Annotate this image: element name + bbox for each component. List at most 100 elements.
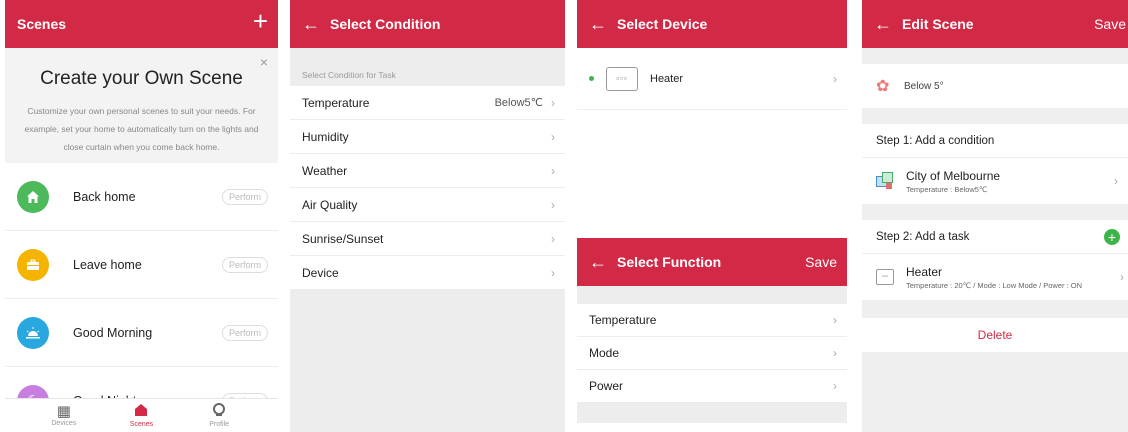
tab-profile[interactable]: Profile bbox=[189, 399, 249, 432]
select-device-screen: ← Select Device ▫▫▫ Heater › ← Select Fu… bbox=[577, 0, 847, 432]
user-icon bbox=[212, 403, 226, 421]
scenes-screen: Scenes + × Create your Own Scene Customi… bbox=[5, 0, 278, 432]
chevron-right-icon: › bbox=[551, 197, 555, 212]
chevron-right-icon: › bbox=[551, 265, 555, 280]
condition-item-air-quality[interactable]: Air Quality › bbox=[290, 188, 565, 222]
chevron-right-icon: › bbox=[833, 71, 837, 86]
task-card[interactable]: ▫▫▫ Heater Temperature : 20℃ / Mode : Lo… bbox=[862, 254, 1128, 300]
function-label: Temperature bbox=[589, 313, 657, 327]
function-item-power[interactable]: Power › bbox=[577, 370, 847, 403]
online-status-dot bbox=[589, 76, 594, 81]
add-scene-button[interactable]: + bbox=[253, 8, 268, 34]
scenes-header: Scenes + bbox=[5, 0, 278, 48]
banner-description: Customize your own personal scenes to su… bbox=[24, 106, 259, 152]
device-name: Heater bbox=[650, 72, 684, 85]
device-item-heater[interactable]: ▫▫▫ Heater › bbox=[577, 48, 847, 110]
condition-title: City of Melbourne bbox=[906, 168, 1001, 183]
condition-label: Air Quality bbox=[302, 197, 358, 212]
chevron-right-icon: › bbox=[833, 379, 837, 393]
chevron-right-icon: › bbox=[1120, 270, 1124, 284]
tab-scenes[interactable]: Scenes bbox=[111, 399, 171, 432]
condition-label: Humidity bbox=[302, 129, 349, 144]
function-item-temperature[interactable]: Temperature › bbox=[577, 304, 847, 337]
banner-heading: Create your Own Scene bbox=[40, 68, 243, 89]
add-task-button[interactable]: + bbox=[1104, 228, 1120, 245]
device-header: ← Select Device bbox=[577, 0, 847, 48]
spacer bbox=[577, 403, 847, 423]
condition-card[interactable]: City of Melbourne Temperature : Below5℃ … bbox=[862, 158, 1128, 204]
function-title: Select Function bbox=[617, 254, 722, 270]
city-icon bbox=[876, 172, 894, 190]
scene-item-leave-home[interactable]: Leave home Perform bbox=[5, 231, 278, 299]
scene-name-row[interactable]: ✿ Below 5° bbox=[862, 64, 1128, 108]
function-item-mode[interactable]: Mode › bbox=[577, 337, 847, 370]
delete-button[interactable]: Delete bbox=[862, 318, 1128, 352]
briefcase-icon bbox=[17, 248, 49, 281]
perform-button[interactable]: Perform bbox=[221, 324, 268, 341]
grid-icon: ▦ bbox=[56, 403, 71, 420]
back-arrow-icon[interactable]: ← bbox=[874, 15, 902, 33]
condition-label: Temperature bbox=[302, 95, 370, 110]
home-icon bbox=[17, 180, 49, 213]
page-title: Select Condition bbox=[330, 16, 441, 32]
heater-icon: ▫▫▫ bbox=[606, 66, 638, 91]
step1-label: Step 1: Add a condition bbox=[862, 124, 1128, 158]
scene-name: Good Morning bbox=[73, 325, 153, 340]
bottom-tab-bar: ▦ Devices Scenes Profile bbox=[5, 398, 278, 432]
save-button[interactable]: Save bbox=[805, 254, 837, 270]
spacer bbox=[862, 300, 1128, 318]
chevron-right-icon: › bbox=[551, 163, 555, 178]
back-arrow-icon[interactable]: ← bbox=[589, 15, 617, 33]
condition-label: Weather bbox=[302, 163, 348, 178]
tab-devices[interactable]: ▦ Devices bbox=[34, 399, 94, 432]
edit-scene-screen: ← Edit Scene Save ✿ Below 5° Step 1: Add… bbox=[862, 0, 1128, 432]
scene-name: Back home bbox=[73, 189, 136, 204]
condition-label: Sunrise/Sunset bbox=[302, 231, 384, 246]
chevron-right-icon: › bbox=[833, 313, 837, 327]
spacer bbox=[577, 286, 847, 304]
save-button[interactable]: Save bbox=[1094, 16, 1126, 32]
function-header: ← Select Function Save bbox=[577, 238, 847, 286]
sunrise-icon bbox=[17, 316, 49, 349]
step-label: Step 2: Add a task bbox=[876, 230, 970, 243]
perform-button[interactable]: Perform bbox=[221, 256, 268, 273]
spacer bbox=[862, 108, 1128, 124]
heater-icon: ▫▫▫ bbox=[876, 269, 894, 285]
condition-item-weather[interactable]: Weather › bbox=[290, 154, 565, 188]
task-title: Heater bbox=[906, 264, 943, 279]
function-label: Mode bbox=[589, 346, 620, 360]
flower-icon: ✿ bbox=[876, 78, 890, 95]
section-label: Select Condition for Task bbox=[290, 48, 565, 86]
back-arrow-icon[interactable]: ← bbox=[589, 253, 617, 271]
empty-area bbox=[577, 110, 847, 238]
condition-item-humidity[interactable]: Humidity › bbox=[290, 120, 565, 154]
edit-header: ← Edit Scene Save bbox=[862, 0, 1128, 48]
chevron-right-icon: › bbox=[1114, 174, 1118, 188]
chevron-right-icon: › bbox=[551, 129, 555, 144]
scene-list: Back home Perform Leave home Perform Goo… bbox=[5, 163, 278, 432]
page-title: Select Device bbox=[617, 16, 708, 32]
chevron-right-icon: › bbox=[833, 346, 837, 360]
function-label: Power bbox=[589, 379, 624, 393]
condition-item-device[interactable]: Device › bbox=[290, 256, 565, 290]
step-label: Step 1: Add a condition bbox=[876, 134, 995, 147]
scene-name: Below 5° bbox=[904, 80, 944, 92]
chevron-right-icon: › bbox=[551, 95, 555, 110]
condition-item-temperature[interactable]: Temperature Below5℃ › bbox=[290, 86, 565, 120]
perform-button[interactable]: Perform bbox=[221, 188, 268, 205]
tab-label: Scenes bbox=[129, 421, 154, 428]
back-arrow-icon[interactable]: ← bbox=[302, 15, 330, 33]
spacer bbox=[862, 48, 1128, 64]
create-scene-banner: × Create your Own Scene Customize your o… bbox=[5, 48, 278, 163]
page-title: Scenes bbox=[17, 16, 67, 32]
select-condition-screen: ← Select Condition Select Condition for … bbox=[290, 0, 565, 432]
condition-value: Below5℃ bbox=[494, 97, 543, 109]
scene-item-good-morning[interactable]: Good Morning Perform bbox=[5, 299, 278, 367]
page-title: Edit Scene bbox=[902, 16, 974, 32]
condition-item-sunrise-sunset[interactable]: Sunrise/Sunset › bbox=[290, 222, 565, 256]
scene-item-back-home[interactable]: Back home Perform bbox=[5, 163, 278, 231]
close-icon[interactable]: × bbox=[260, 54, 268, 70]
step2-label: Step 2: Add a task + bbox=[862, 220, 1128, 254]
spacer bbox=[862, 204, 1128, 220]
task-detail: Temperature : 20℃ / Mode : Low Mode / Po… bbox=[906, 280, 1082, 290]
